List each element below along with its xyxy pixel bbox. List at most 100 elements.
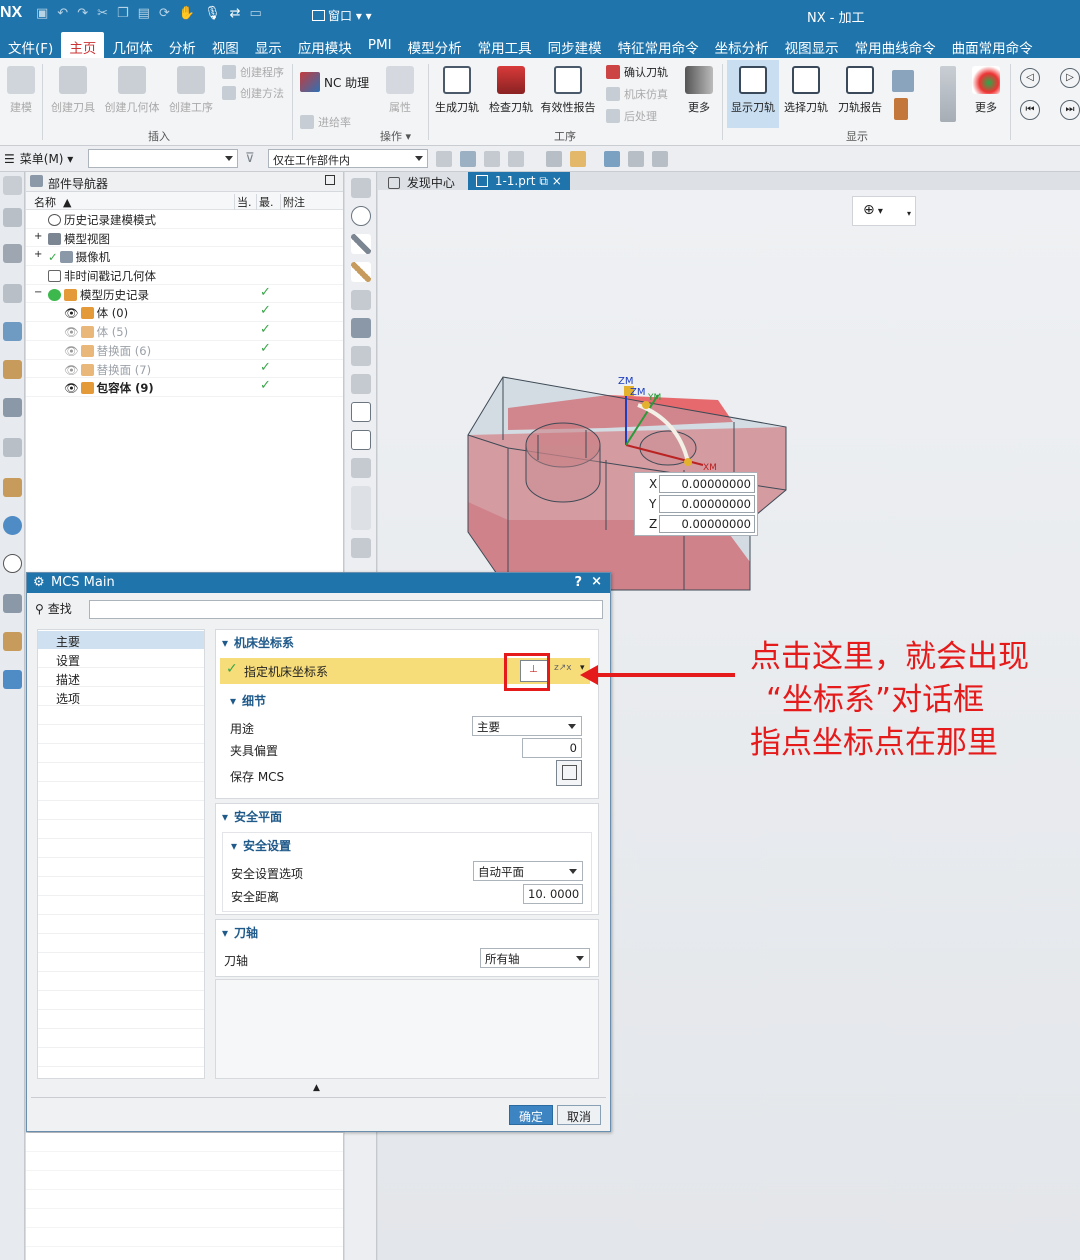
hide-icon[interactable] <box>652 151 668 167</box>
save-mcs-button[interactable] <box>556 760 582 786</box>
snap-mid-icon[interactable] <box>484 151 500 167</box>
save-icon[interactable]: ▣ <box>36 6 48 21</box>
tree-item-settings[interactable]: 设置 <box>56 652 80 669</box>
axis-handle[interactable] <box>684 458 692 466</box>
create-operation-button[interactable]: 创建工序 <box>166 66 216 115</box>
scope-combo[interactable]: 仅在工作部件内 <box>268 149 428 168</box>
filter-icon[interactable]: ⊽ <box>245 151 261 167</box>
close-button[interactable]: × <box>591 574 602 589</box>
collapse-up-icon[interactable]: ▲ <box>313 1083 320 1093</box>
tab-part-file[interactable]: 1-1.prt ⧉ × <box>468 172 570 191</box>
tree-row[interactable]: 👁 体 (0) ✓ <box>26 303 343 323</box>
visible-eye-icon[interactable]: 👁 <box>64 306 79 320</box>
copy-icon[interactable]: ❐ <box>117 6 129 21</box>
redo-icon[interactable]: ↷ <box>77 6 88 21</box>
generate-toolpath-button[interactable]: 生成刀轨 <box>432 66 482 115</box>
toolpath-list-icon[interactable] <box>351 402 371 422</box>
column-latest[interactable]: 最. <box>256 194 274 210</box>
x-coord-input[interactable]: 0.00000000 <box>659 475 755 493</box>
brush-icon[interactable] <box>351 262 371 282</box>
feed-rate-button[interactable]: 进给率 <box>300 114 351 130</box>
vertical-text-icon[interactable] <box>351 486 371 530</box>
property-button[interactable]: 属性 <box>382 66 418 115</box>
confirm-toolpath-button[interactable]: 确认刀轨 <box>606 64 668 80</box>
toolpath-filter-icon[interactable] <box>892 70 914 92</box>
rotate-icon[interactable] <box>351 206 371 226</box>
view-orient-icon[interactable] <box>351 178 371 198</box>
toolpath-report-button[interactable]: 刀轨报告 <box>834 66 886 115</box>
purpose-select[interactable]: 主要 <box>472 716 582 736</box>
menu-surface-commands[interactable]: 曲面常用命令 <box>944 32 1041 58</box>
menu-coord-analysis[interactable]: 坐标分析 <box>707 32 777 58</box>
menu-pmi[interactable]: PMI <box>360 32 400 58</box>
validity-report-button[interactable]: 有效性报告 <box>538 66 598 115</box>
menu-sync-modeling[interactable]: 同步建模 <box>540 32 610 58</box>
last-view-icon[interactable]: ⏭ <box>1060 100 1080 120</box>
machining-feature-icon[interactable] <box>3 360 22 379</box>
expand-icon[interactable]: + <box>34 249 42 260</box>
tree-row[interactable]: 非时间戳记几何体 <box>26 266 343 285</box>
search-input[interactable] <box>89 600 603 619</box>
next-view-icon[interactable]: ▷ <box>1060 68 1080 88</box>
layer-icon[interactable] <box>351 318 371 338</box>
menu-geometry[interactable]: 几何体 <box>104 32 161 58</box>
ok-button[interactable]: 确定 <box>509 1105 553 1125</box>
tree-row[interactable]: 👁 替换面 (7) ✓ <box>26 360 343 379</box>
maximize-icon[interactable] <box>325 175 335 185</box>
clearance-settings-header[interactable]: 安全设置 <box>231 837 291 854</box>
move-up-down-icon[interactable] <box>940 66 956 122</box>
column-current[interactable]: 当. <box>234 194 252 210</box>
column-name[interactable]: 名称 ▲ <box>34 194 71 210</box>
help-button[interactable]: ? <box>574 575 582 590</box>
web-browser-icon[interactable] <box>3 478 22 497</box>
hd3d-tools-icon[interactable] <box>3 438 22 457</box>
microphone-icon[interactable]: 🎙 <box>204 6 221 21</box>
hidden-eye-icon[interactable]: 👁 <box>64 363 79 377</box>
system-scene-icon[interactable] <box>3 670 22 689</box>
machine-tool-navigator-icon[interactable] <box>3 322 22 341</box>
report-icon[interactable] <box>351 430 371 450</box>
clearance-header[interactable]: 安全平面 <box>222 808 282 825</box>
history-clock-icon[interactable] <box>3 554 22 573</box>
post-process-button[interactable]: 后处理 <box>606 108 657 124</box>
section-icon[interactable] <box>351 374 371 394</box>
clearance-option-select[interactable]: 自动平面 <box>473 861 583 881</box>
roles-icon[interactable] <box>3 632 22 651</box>
cancel-button[interactable]: 取消 <box>557 1105 601 1125</box>
create-geometry-button[interactable]: 创建几何体 <box>102 66 162 115</box>
type-filter-combo[interactable] <box>88 149 238 168</box>
tool-axis-select[interactable]: 所有轴 <box>480 948 590 968</box>
mcs-icon[interactable] <box>604 151 620 167</box>
menu-analysis[interactable]: 分析 <box>161 32 204 58</box>
menu-feature-commands[interactable]: 特征常用命令 <box>610 32 707 58</box>
assembly-navigator-icon[interactable] <box>3 208 22 227</box>
highlight-icon[interactable] <box>570 151 586 167</box>
more-button[interactable]: 更多 <box>682 66 716 115</box>
paste-icon[interactable]: ▤ <box>138 6 150 21</box>
first-view-icon[interactable]: ⏮ <box>1020 100 1040 120</box>
add-icon[interactable] <box>351 538 371 558</box>
menu-display[interactable]: 显示 <box>247 32 290 58</box>
reuse-library-icon[interactable] <box>3 398 22 417</box>
menu-view-display[interactable]: 视图显示 <box>777 32 847 58</box>
tool-display-icon[interactable] <box>894 98 908 120</box>
export-icon[interactable] <box>351 458 371 478</box>
column-note[interactable]: 附注 <box>280 194 305 210</box>
window-switch-icon[interactable]: ▭ <box>249 6 261 21</box>
create-method-button[interactable]: 创建方法 <box>222 85 284 101</box>
select-toolpath-button[interactable]: 选择刀轨 <box>780 66 832 115</box>
main-menu-button[interactable]: ☰ 菜单(M) ▾ <box>4 150 73 167</box>
build-button[interactable]: 建模 <box>4 66 38 115</box>
tree-item-description[interactable]: 描述 <box>56 671 80 688</box>
process-studio-icon[interactable] <box>3 594 22 613</box>
tree-item-main[interactable]: 主要 <box>56 633 80 650</box>
operation-navigator-icon[interactable] <box>3 284 22 303</box>
tree-row[interactable]: − 模型历史记录 ✓ <box>26 285 343 304</box>
undo-icon[interactable]: ↶ <box>57 6 68 21</box>
tab-discovery-center[interactable]: 发现中心 <box>380 172 463 191</box>
create-program-button[interactable]: 创建程序 <box>222 64 284 80</box>
settings-gear-icon[interactable] <box>3 176 22 195</box>
display-toolpath-button[interactable]: 显示刀轨 <box>727 60 779 128</box>
tree-row[interactable]: 👁 体 (5) ✓ <box>26 322 343 341</box>
collapse-icon[interactable]: − <box>34 287 42 298</box>
